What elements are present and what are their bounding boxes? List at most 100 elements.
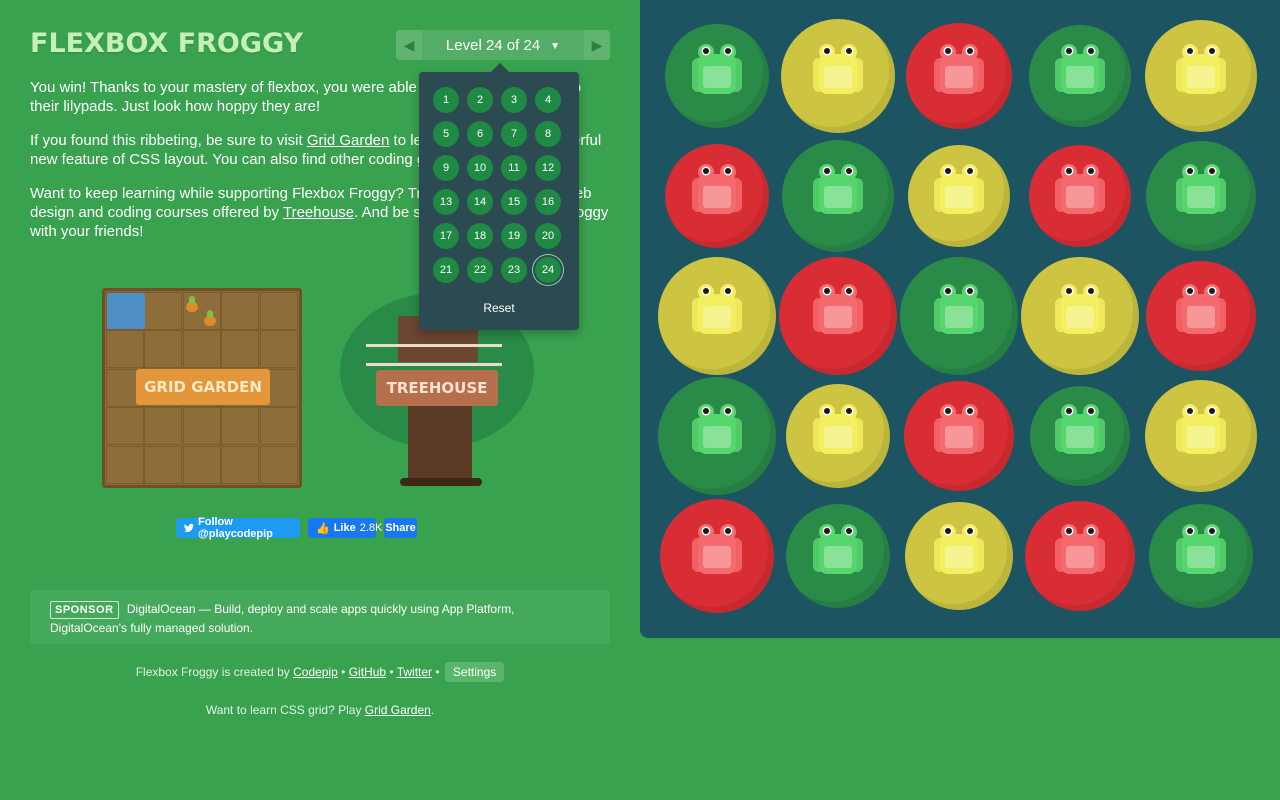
footer-credits: Flexbox Froggy is created by Codepip • G… [0, 662, 640, 682]
codepip-link[interactable]: Codepip [293, 665, 338, 679]
garden-cell [106, 445, 144, 484]
level-24-button[interactable]: 24 [535, 257, 561, 283]
level-17-button[interactable]: 17 [433, 223, 459, 249]
frog-green-icon [692, 44, 742, 94]
twitter-follow-label: Follow @playcodepip [198, 516, 273, 540]
level-1-button[interactable]: 1 [433, 87, 459, 113]
created-by-text: Flexbox Froggy is created by [135, 665, 294, 679]
garden-cell [144, 330, 183, 369]
sponsor-box[interactable]: SPONSOR DigitalOcean — Build, deploy and… [30, 590, 610, 644]
previous-level-button[interactable]: ◀ [396, 30, 422, 60]
garden-cell [259, 330, 298, 369]
level-6-button[interactable]: 6 [467, 121, 493, 147]
frog-red-icon [934, 44, 984, 94]
garden-cell [221, 292, 260, 330]
level-16-button[interactable]: 16 [535, 189, 561, 215]
level-8-button[interactable]: 8 [535, 121, 561, 147]
grid-garden-link[interactable]: Grid Garden [307, 132, 390, 149]
level-menu: 1 2 3 4 5 6 7 8 9 10 11 12 13 14 15 16 17 18 19 20 21 22 23 24 … [419, 63, 579, 330]
level-indicator[interactable]: Level 24 of 24 ▼ [422, 30, 584, 60]
level-2-button[interactable]: 2 [467, 87, 493, 113]
frog-green-icon [934, 284, 984, 334]
garden-cell [182, 407, 221, 446]
garden-cell [221, 445, 260, 484]
grid-garden-footer-link[interactable]: Grid Garden [365, 703, 431, 717]
level-indicator-label: Level 24 of 24 [445, 36, 541, 54]
frog-yellow-icon [1176, 44, 1226, 94]
frog-yellow-icon [934, 524, 984, 574]
level-18-button[interactable]: 18 [467, 223, 493, 249]
level-4-button[interactable]: 4 [535, 87, 561, 113]
tree-trunk [408, 398, 472, 482]
github-link[interactable]: GitHub [349, 665, 386, 679]
facebook-share-button[interactable]: Share [384, 518, 417, 538]
treehouse-button[interactable]: TREEHOUSE [376, 370, 498, 406]
frog-green-icon [1055, 404, 1105, 454]
frog-red-icon [1176, 284, 1226, 334]
like-label: Like [333, 522, 356, 534]
level-11-button[interactable]: 11 [501, 155, 527, 181]
frog-yellow-icon [692, 284, 742, 334]
twitter-follow-button[interactable]: Follow @playcodepip [176, 516, 300, 540]
garden-cell [221, 407, 260, 446]
level-19-button[interactable]: 19 [501, 223, 527, 249]
level-13-button[interactable]: 13 [433, 189, 459, 215]
garden-cell [259, 445, 298, 484]
triangle-right-icon: ▶ [591, 36, 603, 53]
separator: • [432, 665, 443, 679]
twitter-bird-icon [184, 523, 194, 532]
garden-cell [106, 330, 144, 369]
frog-red-icon [1055, 524, 1105, 574]
level-20-button[interactable]: 20 [535, 223, 561, 249]
level-5-button[interactable]: 5 [433, 121, 459, 147]
level-7-button[interactable]: 7 [501, 121, 527, 147]
share-label: Share [385, 522, 416, 534]
triangle-left-icon: ◀ [403, 36, 415, 53]
instructions-panel: FLEXBOX FROGGY ◀ Level 24 of 24 ▼ ▶ You … [0, 0, 640, 800]
grid-garden-promo[interactable]: GRID GARDEN [102, 288, 302, 488]
next-level-button[interactable]: ▶ [584, 30, 610, 60]
frog-red-icon [692, 164, 742, 214]
carrot-icon [204, 310, 216, 326]
level-21-button[interactable]: 21 [433, 257, 459, 283]
level-14-button[interactable]: 14 [467, 189, 493, 215]
period: . [430, 703, 435, 717]
level-12-button[interactable]: 12 [535, 155, 561, 181]
level-15-button[interactable]: 15 [501, 189, 527, 215]
garden-cell [182, 445, 221, 484]
frog-yellow-icon [1055, 284, 1105, 334]
twitter-link[interactable]: Twitter [397, 665, 432, 679]
frog-green-icon [813, 524, 863, 574]
settings-button[interactable]: Settings [444, 662, 505, 682]
frog-red-icon [813, 284, 863, 334]
page-title: FLEXBOX FROGGY [30, 28, 304, 59]
social-buttons: Follow @playcodepip 👍 Like 2.8K Share [176, 516, 417, 540]
reset-button[interactable]: Reset [419, 301, 579, 315]
pond-board [640, 0, 1280, 638]
separator: • [386, 665, 397, 679]
frog-yellow-icon [813, 404, 863, 454]
garden-cell [259, 292, 298, 330]
garden-cell [144, 292, 183, 330]
level-10-button[interactable]: 10 [467, 155, 493, 181]
frog-green-icon [1055, 44, 1105, 94]
treehouse-link[interactable]: Treehouse [283, 204, 354, 221]
level-22-button[interactable]: 22 [467, 257, 493, 283]
frog-green-icon [813, 164, 863, 214]
facebook-like-button[interactable]: 👍 Like 2.8K [308, 518, 382, 538]
sponsor-text: DigitalOcean — Build, deploy and scale a… [50, 602, 515, 635]
frog-red-icon [1055, 164, 1105, 214]
level-selector: ◀ Level 24 of 24 ▼ ▶ [396, 30, 610, 60]
garden-cell [144, 445, 183, 484]
frog-yellow-icon [1176, 404, 1226, 454]
learn-grid-text: Want to learn CSS grid? Play [205, 703, 365, 717]
garden-cell [182, 330, 221, 369]
level-9-button[interactable]: 9 [433, 155, 459, 181]
tree-house-railing [366, 344, 502, 366]
level-23-button[interactable]: 23 [501, 257, 527, 283]
level-3-button[interactable]: 3 [501, 87, 527, 113]
frog-yellow-icon [813, 44, 863, 94]
grid-garden-button[interactable]: GRID GARDEN [136, 369, 270, 405]
thumbs-up-icon: 👍 [316, 522, 330, 535]
text-span: If you found this ribbeting, be sure to … [30, 132, 307, 149]
